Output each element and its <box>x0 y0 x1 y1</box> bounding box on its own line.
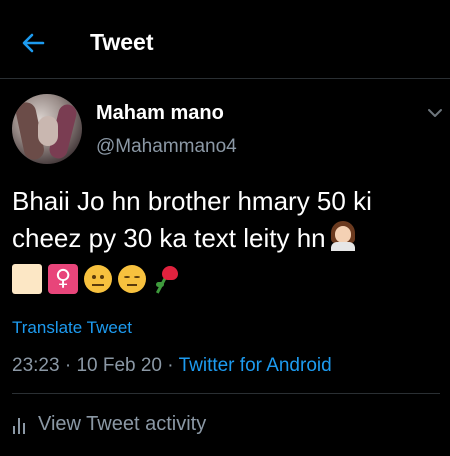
meta-separator: · <box>162 355 179 376</box>
author-display-name[interactable]: Maham mano <box>96 102 224 125</box>
author-handle[interactable]: @Mahammano4 <box>96 136 237 158</box>
analytics-bars-icon <box>12 416 28 434</box>
unamused-face-emoji-icon <box>118 265 146 293</box>
meta-separator: · <box>59 355 77 376</box>
female-sign-emoji-icon: ♀ <box>48 264 78 294</box>
tweet-source-link[interactable]: Twitter for Android <box>179 355 332 376</box>
top-bar: Tweet <box>0 0 450 79</box>
neutral-face-emoji-icon <box>84 265 112 293</box>
arrow-left-icon[interactable] <box>18 28 48 58</box>
view-tweet-activity-button[interactable]: View Tweet activity <box>12 413 206 436</box>
tweet-detail-screen: Tweet Maham mano @Mahammano4 Bhaii Jo hn… <box>0 0 450 456</box>
woman-technologist-emoji-icon <box>328 221 358 251</box>
tweet-emoji-row: ♀ <box>12 262 182 296</box>
tweet-time: 23:23 <box>12 355 60 376</box>
divider <box>12 393 440 394</box>
activity-label: View Tweet activity <box>38 413 207 435</box>
white-square-emoji-icon <box>12 264 42 294</box>
tweet-text: Bhaii Jo hn brother hmary 50 ki cheez py… <box>12 183 444 257</box>
tweet-body: Bhaii Jo hn brother hmary 50 ki cheez py… <box>12 186 372 253</box>
tweet-meta: 23:23 · 10 Feb 20 · Twitter for Android <box>12 355 332 377</box>
translate-tweet-link[interactable]: Translate Tweet <box>12 318 132 338</box>
avatar[interactable] <box>12 94 82 164</box>
chevron-down-icon[interactable] <box>424 104 446 122</box>
tweet-date: 10 Feb 20 <box>76 355 163 376</box>
rose-emoji-icon <box>152 264 182 294</box>
page-title: Tweet <box>90 29 154 55</box>
